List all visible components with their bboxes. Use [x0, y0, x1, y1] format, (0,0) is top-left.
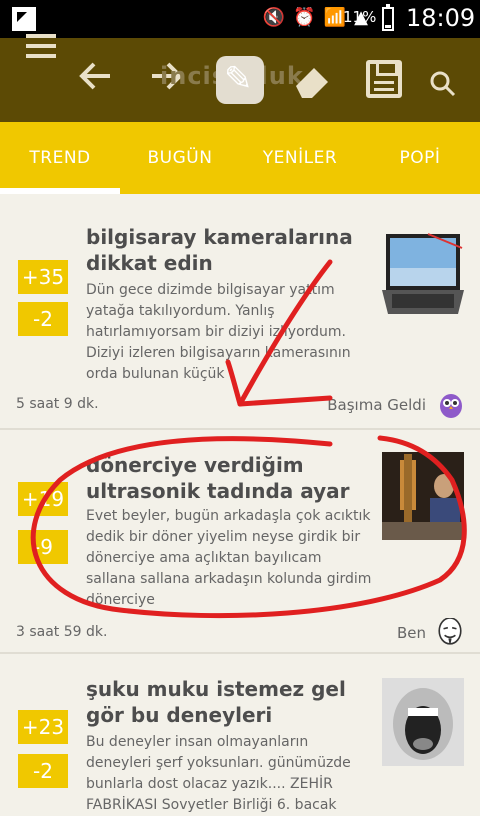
upvote-button[interactable]: +23 — [18, 710, 68, 744]
status-bar: 🔇 ⏰ 📶 ▲ 11% 18:09 — [0, 0, 480, 38]
eraser-icon[interactable] — [290, 58, 334, 113]
entry-thumbnail[interactable] — [382, 678, 464, 766]
tab-trend[interactable]: TREND — [0, 122, 120, 194]
menu-icon[interactable] — [26, 34, 56, 64]
notification-icon — [12, 7, 36, 31]
clock: 18:09 — [406, 4, 476, 32]
entry-author[interactable]: Başıma Geldi — [327, 396, 426, 414]
search-icon[interactable] — [428, 62, 458, 110]
entry-time: 5 saat 9 dk. — [16, 396, 99, 412]
entry-excerpt: Bu deneyler insan olmayanların deneyleri… — [86, 734, 351, 813]
tab-bugun[interactable]: BUGÜN — [120, 122, 240, 194]
battery-percent: 11% — [343, 8, 377, 26]
entry-thumbnail[interactable] — [382, 452, 464, 540]
downvote-button[interactable]: -2 — [18, 302, 68, 336]
entry-card[interactable]: bilgisaray kameralarına dikkat edin +35 … — [0, 204, 480, 430]
tab-yeniler[interactable]: YENİLER — [240, 122, 360, 194]
entry-excerpt: Evet beyler, bugün arkadaşla çok acıktık… — [86, 508, 372, 608]
entry-title[interactable]: şuku muku istemez gel gör bu deneyleri — [86, 676, 368, 728]
entry-title[interactable]: bilgisaray kameralarına dikkat edin — [86, 224, 368, 276]
entry-thumbnail[interactable] — [382, 228, 464, 316]
save-icon[interactable] — [366, 60, 402, 98]
downvote-button[interactable]: -2 — [18, 754, 68, 788]
upvote-button[interactable]: +19 — [18, 482, 68, 516]
alarm-icon: ⏰ — [293, 7, 316, 28]
entry-author[interactable]: Ben — [397, 624, 426, 642]
entry-card[interactable]: dönerciye verdiğim ultrasonik tadında ay… — [0, 430, 480, 654]
owl-avatar-icon[interactable] — [438, 392, 464, 418]
battery-icon — [382, 4, 394, 31]
entry-title[interactable]: dönerciye verdiğim ultrasonik tadında ay… — [86, 452, 368, 504]
mute-icon: 🔇 — [262, 7, 286, 28]
upvote-button[interactable]: +35 — [18, 260, 68, 294]
mask-avatar-icon[interactable] — [436, 618, 464, 646]
entry-card[interactable]: şuku muku istemez gel gör bu deneyleri +… — [0, 654, 480, 814]
entry-excerpt: Dün gece dizimde bilgisayar yattım yatağ… — [86, 282, 351, 382]
write-entry-button[interactable] — [216, 56, 264, 104]
back-arrow-icon[interactable] — [76, 56, 116, 107]
tab-bar: TREND BUGÜN YENİLER POPİ — [0, 122, 480, 194]
active-tab-indicator — [0, 188, 120, 194]
tab-popi[interactable]: POPİ — [360, 122, 480, 194]
entry-time: 3 saat 59 dk. — [16, 624, 108, 640]
downvote-button[interactable]: -9 — [18, 530, 68, 564]
